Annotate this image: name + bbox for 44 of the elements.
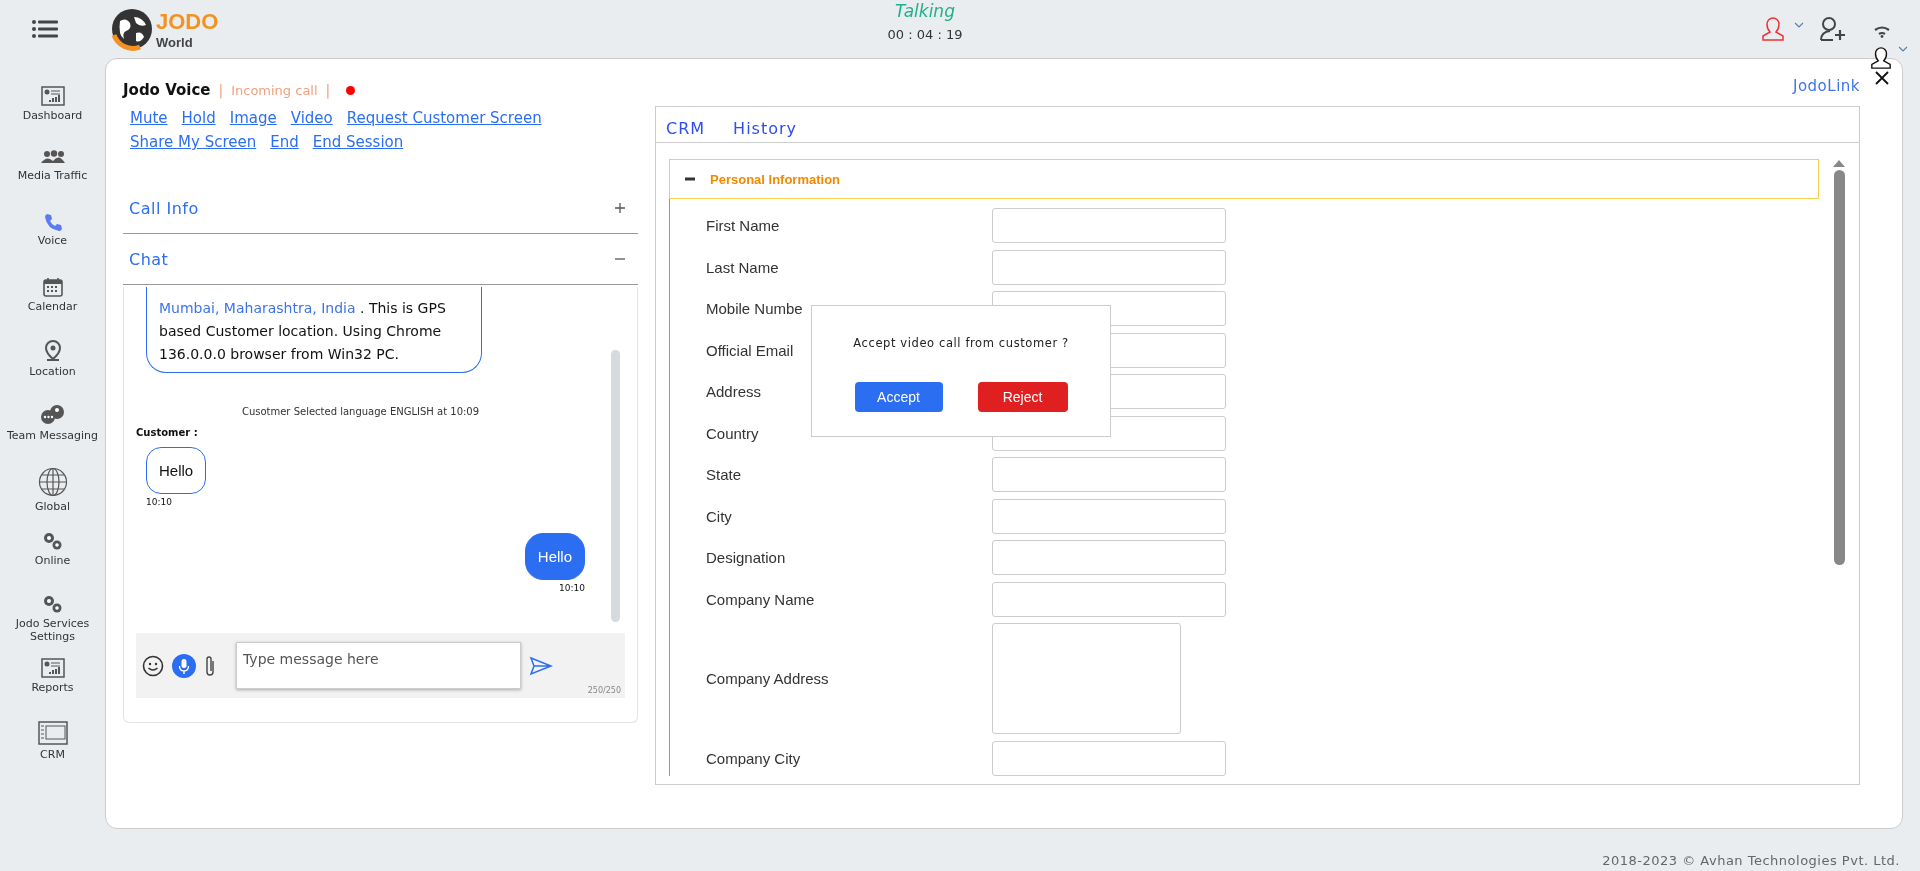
location-message: Mumbai, Maharashtra, India . This is GPS based Customer location. Using Chrome 136.0.0.0 browser from Win32 PC. xyxy=(146,287,482,374)
message-time: 10:10 xyxy=(146,497,172,508)
field-label: State xyxy=(706,466,742,483)
outgoing-message: Hello xyxy=(524,533,585,581)
call-timer: 00 : 04 : 19 xyxy=(887,27,963,42)
sender-label: Customer : xyxy=(136,427,199,439)
dialog-message: Accept video call from customer ? xyxy=(853,336,1069,350)
separator: | xyxy=(218,82,224,98)
separator: | xyxy=(325,82,331,98)
field-label: Company Address xyxy=(706,670,829,687)
accordion-title: Chat xyxy=(129,249,169,269)
field-label: Country xyxy=(706,424,759,442)
field-label: Designation xyxy=(706,549,786,566)
sidebar-label: Reports xyxy=(30,680,75,694)
sidebar-label: Media Traffic xyxy=(16,168,89,182)
field-label: Company City xyxy=(706,749,801,767)
sidebar-label: Global xyxy=(33,500,72,514)
sidebar-label: Online xyxy=(33,553,72,567)
copyright-text: 2018-2023 © Avhan Technologies Pvt. Ltd. xyxy=(1602,853,1900,868)
field-label: Company Name xyxy=(706,590,815,608)
sidebar-label: Voice xyxy=(36,234,69,248)
field-label: Mobile Numbe xyxy=(706,300,803,317)
field-label: City xyxy=(706,507,732,525)
panel-title: Jodo Voice xyxy=(123,81,211,99)
call-state: Incoming call xyxy=(231,82,318,98)
sidebar-label: Location xyxy=(28,365,77,379)
section-title: Personal Information xyxy=(710,171,841,187)
sidebar-label: Jodo Services Settings xyxy=(14,617,91,644)
message-time: 10:10 xyxy=(559,583,585,594)
sidebar-label: CRM xyxy=(39,748,66,762)
character-counter: 250/250 xyxy=(587,686,621,695)
system-message: Cusotmer Selected language ENGLISH at 10:09 xyxy=(240,406,481,418)
field-label: Last Name xyxy=(706,258,779,276)
sidebar-label: Team Messaging xyxy=(6,428,99,442)
field-label: First Name xyxy=(706,217,780,234)
sidebar-label: Calendar xyxy=(26,299,79,313)
logo-subtext: World xyxy=(156,34,194,50)
sidebar-label: Dashboard xyxy=(21,109,84,123)
incoming-message: Hello xyxy=(146,447,207,495)
field-label: Official Email xyxy=(706,341,794,359)
call-status: Talking xyxy=(895,1,955,21)
accordion-title: Call Info xyxy=(129,198,199,218)
field-label: Address xyxy=(706,383,762,400)
logo-text: JODO xyxy=(156,8,219,35)
